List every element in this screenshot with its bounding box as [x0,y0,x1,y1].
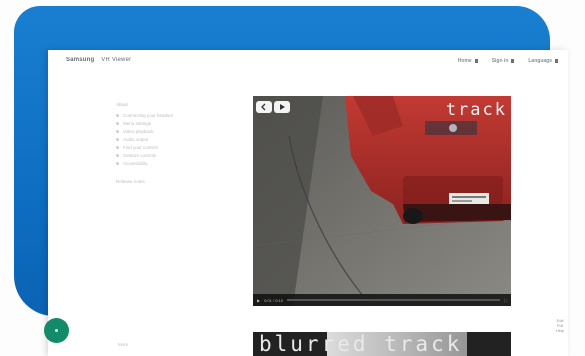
video-controls: ▶ 0:01 / 0:10 ⛶ [253,294,511,306]
sidebar-item[interactable]: Menu settings [116,119,236,127]
top-bar: Samsung VR Viewer Home Sign in Language [48,50,568,76]
thumbnail-strip[interactable]: blurred track [253,332,511,356]
sidebar-item-label: Video playback [123,128,154,134]
sidebar-item[interactable]: Video playback [116,127,236,135]
bullet-icon [116,145,119,149]
bullet-icon [116,129,119,133]
sidebar-item-label: Gesture controls [123,152,157,158]
nav-home-label: Home [457,58,472,64]
user-icon [511,59,515,63]
browser-window: Samsung VR Viewer Home Sign in Language … [48,50,568,356]
chat-fab-button[interactable] [44,318,69,343]
sidebar-item[interactable]: Find your content [116,143,236,151]
nav-signin-label: Sign in [491,58,509,64]
globe-icon [555,59,558,63]
nav-item-language[interactable]: Language [528,58,558,64]
screenshot-stage: Samsung VR Viewer Home Sign in Language … [0,0,585,356]
back-arrow-icon [261,103,266,111]
back-button[interactable] [256,101,272,113]
brand-name: Samsung [66,57,95,63]
sidebar-item-label: Connecting your headset [123,112,174,118]
video-toolbar [256,101,290,113]
bullet-icon [116,153,119,157]
sidebar-item[interactable]: Connecting your headset [116,111,236,119]
home-icon [474,59,478,63]
video-player[interactable]: track ▶ 0:01 / 0:10 ⛶ [253,96,511,306]
sidebar-item[interactable]: Audio output [116,135,236,143]
play-button[interactable] [274,101,290,113]
nav-item-home[interactable]: Home [458,58,478,64]
fullscreen-icon[interactable]: ⛶ [504,298,507,303]
sidebar-item-label: Accessibility [123,160,148,166]
time-readout: 0:01 / 0:10 [264,297,283,303]
sidebar-item-label: Find your content [123,144,158,150]
top-nav: Home Sign in Language [458,58,558,64]
chat-icon [55,329,58,332]
tool-help[interactable]: Help [549,328,571,333]
bullet-icon [116,113,119,117]
sidebar: About Connecting your headset Menu setti… [116,102,236,184]
sidebar-item[interactable]: Accessibility [116,159,236,167]
bullet-icon [116,121,119,125]
play-icon [280,104,285,110]
brand-subtitle: VR Viewer [101,57,132,63]
play-pause-icon[interactable]: ▶ [257,298,260,303]
sidebar-item-label: Audio output [123,136,149,142]
sidebar-footer-link[interactable]: Release notes [116,179,236,184]
brand-logo[interactable]: Samsung VR Viewer [66,57,131,63]
sidebar-item-label: Menu settings [123,120,152,126]
sidebar-item[interactable]: Gesture controls [116,151,236,159]
sidebar-heading: About [116,102,128,107]
bottom-link[interactable]: More [118,342,128,347]
nav-language-label: Language [528,58,552,64]
bullet-icon [116,137,119,141]
thumbnail-text: blurred track [259,332,463,356]
corner-toolbar: Edit Full Help [549,318,571,333]
nav-item-signin[interactable]: Sign in [492,58,515,64]
video-frame [253,96,511,306]
video-overlay-text: track [445,100,507,120]
seek-bar[interactable] [286,299,501,301]
bullet-icon [116,161,119,165]
